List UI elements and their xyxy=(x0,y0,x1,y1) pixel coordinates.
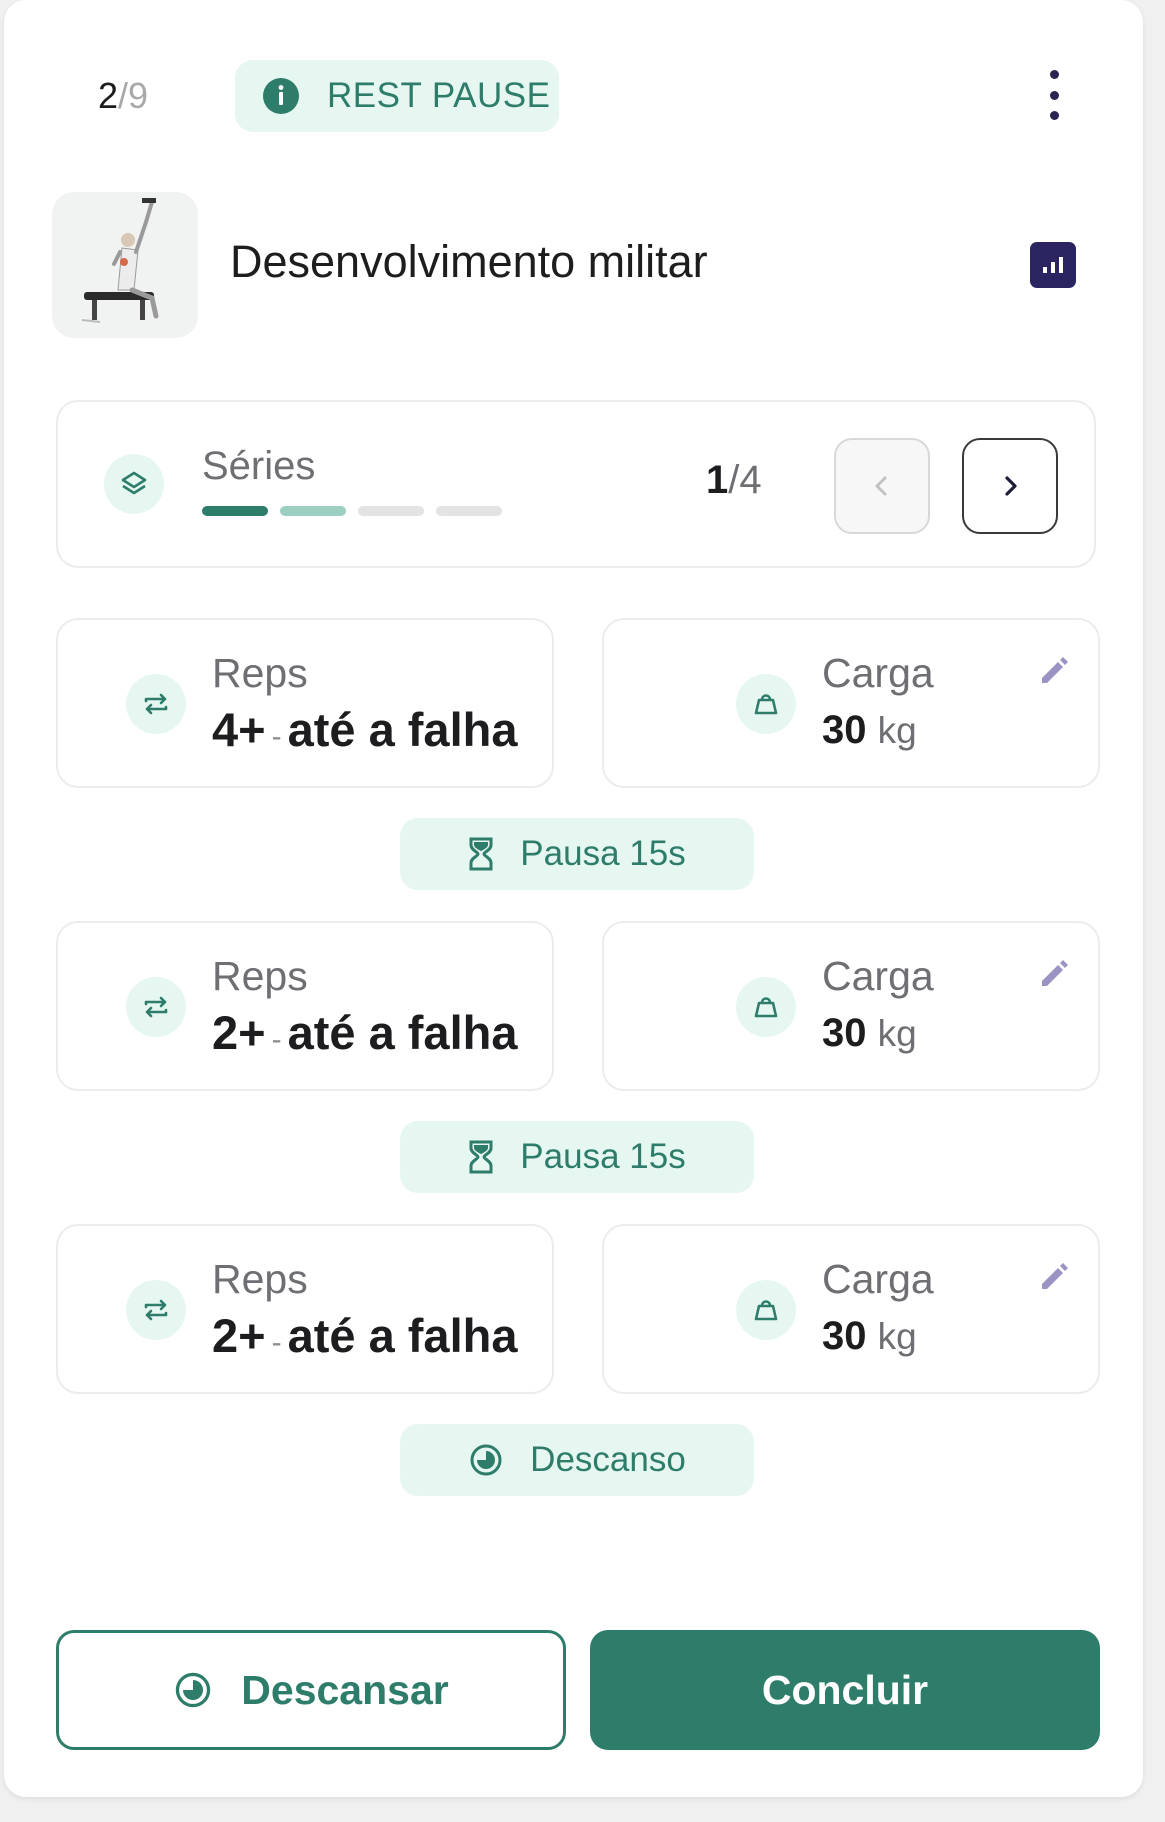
reps-note: até a falha xyxy=(287,1006,518,1059)
rest-pill: Descanso xyxy=(400,1424,754,1496)
load-label: Carga xyxy=(822,1256,934,1302)
series-progress-segment xyxy=(280,506,346,516)
load-unit: kg xyxy=(877,1316,917,1357)
load-unit: kg xyxy=(877,710,917,751)
load-label: Carga xyxy=(822,650,934,696)
load-unit: kg xyxy=(877,1013,917,1054)
timer-icon xyxy=(176,1672,211,1708)
reps-count: 4+ xyxy=(212,703,266,756)
reps-separator: - xyxy=(271,1023,282,1056)
exercise-counter-current: 2 xyxy=(98,75,119,116)
reps-count: 2+ xyxy=(212,1309,266,1362)
series-progress xyxy=(202,506,502,516)
complete-button[interactable]: Concluir xyxy=(590,1630,1100,1750)
info-icon xyxy=(263,78,299,114)
load-box[interactable]: Carga 30 kg xyxy=(602,618,1100,788)
edit-icon[interactable] xyxy=(1034,650,1074,690)
chevron-right-icon xyxy=(1005,476,1017,496)
repeat-icon xyxy=(126,977,186,1037)
load-box[interactable]: Carga 30 kg xyxy=(602,1224,1100,1394)
edit-icon[interactable] xyxy=(1034,1256,1074,1296)
exercise-title: Desenvolvimento militar xyxy=(230,236,708,287)
reps-value: 4+ - até a falha xyxy=(212,702,517,757)
load-value: 30 kg xyxy=(822,1011,917,1056)
reps-label: Reps xyxy=(212,1256,308,1302)
stats-chart-icon[interactable] xyxy=(1030,242,1076,288)
load-number: 30 xyxy=(822,1011,867,1055)
pause-pill: Pausa 15s xyxy=(400,1121,754,1193)
pause-label: Pausa 15s xyxy=(520,834,686,873)
pause-label: Pausa 15s xyxy=(520,1137,686,1176)
hourglass-icon xyxy=(469,837,493,871)
next-series-button[interactable] xyxy=(962,438,1058,534)
reps-separator: - xyxy=(271,720,282,753)
load-label: Carga xyxy=(822,953,934,999)
series-counter-current: 1 xyxy=(706,458,729,502)
series-progress-segment xyxy=(202,506,268,516)
reps-box: Reps 2+ - até a falha xyxy=(56,921,554,1091)
repeat-icon xyxy=(126,1280,186,1340)
complete-button-label: Concluir xyxy=(761,1666,929,1713)
timer-icon xyxy=(470,1444,502,1476)
reps-value: 2+ - até a falha xyxy=(212,1308,517,1363)
exercise-thumbnail xyxy=(52,192,198,338)
load-value: 30 kg xyxy=(822,1314,917,1359)
load-number: 30 xyxy=(822,708,867,752)
reps-count: 2+ xyxy=(212,1006,266,1059)
pause-pill: Pausa 15s xyxy=(400,818,754,890)
reps-box: Reps 2+ - até a falha xyxy=(56,1224,554,1394)
series-progress-segment xyxy=(436,506,502,516)
chevron-left-icon xyxy=(875,476,887,496)
reps-box: Reps 4+ - até a falha xyxy=(56,618,554,788)
reps-value: 2+ - até a falha xyxy=(212,1005,517,1060)
layers-icon xyxy=(104,454,164,514)
reps-label: Reps xyxy=(212,650,308,696)
more-vertical-icon[interactable] xyxy=(1034,70,1074,120)
rest-label: Descanso xyxy=(530,1440,686,1479)
previous-series-button[interactable] xyxy=(834,438,930,534)
load-box[interactable]: Carga 30 kg xyxy=(602,921,1100,1091)
reps-label: Reps xyxy=(212,953,308,999)
load-value: 30 kg xyxy=(822,708,917,753)
weight-icon xyxy=(736,674,796,734)
series-counter: 1/4 xyxy=(706,458,762,503)
series-progress-segment xyxy=(358,506,424,516)
edit-icon[interactable] xyxy=(1034,953,1074,993)
series-panel: Séries 1/4 xyxy=(56,400,1096,568)
series-counter-total: /4 xyxy=(728,458,762,502)
technique-badge-label: REST PAUSE xyxy=(327,76,551,115)
exercise-counter: 2/9 xyxy=(98,72,148,120)
rest-button[interactable]: Descansar xyxy=(56,1630,566,1750)
weight-icon xyxy=(736,1280,796,1340)
hourglass-icon xyxy=(469,1140,493,1174)
exercise-counter-total: /9 xyxy=(118,75,149,116)
rest-button-label: Descansar xyxy=(241,1666,449,1713)
weight-icon xyxy=(736,977,796,1037)
series-label: Séries xyxy=(202,444,316,488)
reps-separator: - xyxy=(271,1326,282,1359)
exercise-card: 2/9 REST PAUSE Desenvolvimento militar S… xyxy=(4,0,1143,1797)
reps-note: até a falha xyxy=(287,703,518,756)
technique-badge[interactable]: REST PAUSE xyxy=(235,60,559,132)
repeat-icon xyxy=(126,674,186,734)
load-number: 30 xyxy=(822,1314,867,1358)
reps-note: até a falha xyxy=(287,1309,518,1362)
